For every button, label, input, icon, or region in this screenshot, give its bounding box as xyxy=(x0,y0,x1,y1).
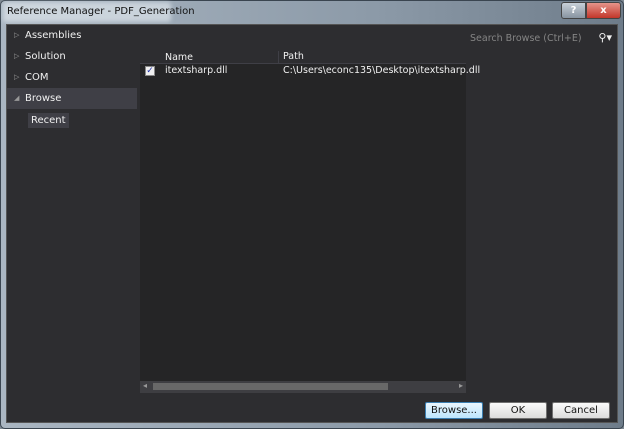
sidebar-item-label: Solution xyxy=(25,51,66,62)
sidebar-item-label: Assemblies xyxy=(25,30,82,41)
scroll-right-icon[interactable]: ▸ xyxy=(459,381,463,390)
window-title: Reference Manager - PDF_Generation xyxy=(7,6,195,17)
browse-button[interactable]: Browse... xyxy=(425,402,483,419)
close-button[interactable]: x xyxy=(586,2,621,19)
expand-arrow-icon: ▷ xyxy=(14,31,20,39)
dialog-client: ▷ Assemblies ▷ Solution ▷ COM ◢ Browse Recen… xyxy=(6,24,618,423)
sidebar-item-assemblies[interactable]: ▷ Assemblies xyxy=(7,25,137,46)
sidebar-item-solution[interactable]: ▷ Solution xyxy=(7,46,137,67)
search-placeholder: Search Browse (Ctrl+E) xyxy=(470,33,582,44)
search-icon[interactable]: ⚲▾ xyxy=(598,31,612,44)
column-header-path[interactable]: Path xyxy=(278,51,304,64)
sidebar-item-label: COM xyxy=(25,72,49,83)
horizontal-scrollbar[interactable]: ◂ ▸ xyxy=(140,381,466,393)
reference-manager-window: Reference Manager - PDF_Generation ? x ▷… xyxy=(0,0,624,429)
help-button[interactable]: ? xyxy=(561,2,586,19)
sidebar: ▷ Assemblies ▷ Solution ▷ COM ◢ Browse Recen… xyxy=(7,25,137,422)
expand-arrow-icon: ▷ xyxy=(14,73,20,81)
reference-path: C:\Users\econc135\Desktop\itextsharp.dll xyxy=(283,65,481,76)
column-header-name[interactable]: Name xyxy=(165,52,193,63)
expand-arrow-icon: ▷ xyxy=(14,52,20,60)
scrollbar-thumb[interactable] xyxy=(153,383,388,390)
sidebar-item-com[interactable]: ▷ COM xyxy=(7,67,137,88)
include-checkbox[interactable]: ✓ xyxy=(145,66,155,76)
reference-name: itextsharp.dll xyxy=(165,65,228,76)
scroll-left-icon[interactable]: ◂ xyxy=(143,381,147,390)
sidebar-item-label: Browse xyxy=(25,93,62,104)
ok-button[interactable]: OK xyxy=(489,402,547,419)
search-input[interactable]: Search Browse (Ctrl+E) ⚲▾ xyxy=(466,28,616,48)
collapse-arrow-icon: ◢ xyxy=(14,94,20,102)
sidebar-item-recent[interactable]: Recent xyxy=(28,113,69,128)
table-row[interactable]: ✓ itextsharp.dll C:\Users\econc135\Deskt… xyxy=(140,64,480,78)
list-header: Name Path xyxy=(140,51,466,64)
reference-list: Name Path ✓ itextsharp.dll C:\Users\econ… xyxy=(140,51,480,393)
cancel-button[interactable]: Cancel xyxy=(552,402,610,419)
sidebar-item-browse[interactable]: ◢ Browse xyxy=(7,88,137,109)
